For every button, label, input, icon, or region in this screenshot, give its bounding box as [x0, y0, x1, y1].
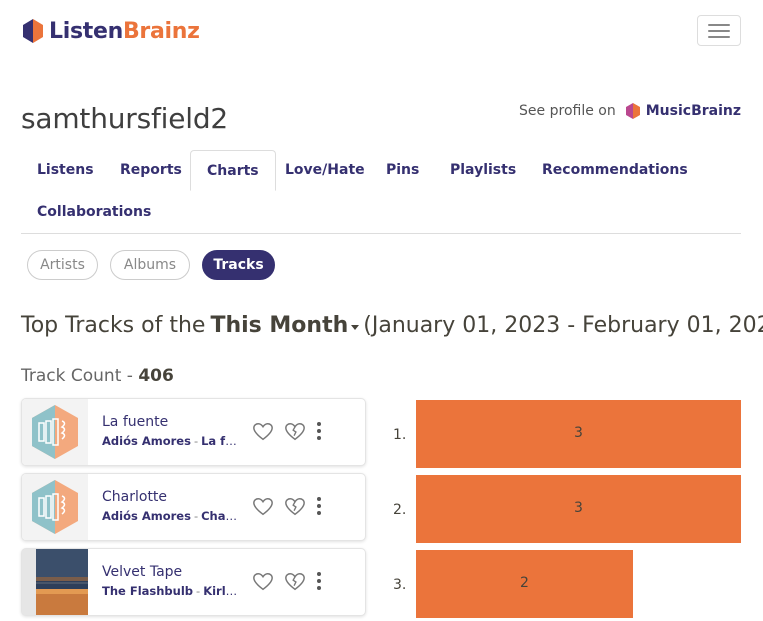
hamburger-icon[interactable] [697, 15, 741, 46]
separator: - [196, 584, 201, 598]
chart-heading: Top Tracks of the This Month (January 01… [21, 313, 763, 338]
cover-art[interactable] [22, 549, 88, 615]
tab-reports[interactable]: Reports [104, 150, 198, 191]
bar-value-label: 3 [574, 425, 583, 441]
broken-heart-icon [285, 423, 305, 441]
tab-love-hate[interactable]: Love/Hate [269, 150, 381, 191]
track-artist[interactable]: Adiós Amores [102, 434, 191, 448]
track-artist[interactable]: Adiós Amores [102, 509, 191, 523]
heart-icon [253, 573, 273, 591]
bar-value-label: 2 [520, 575, 529, 591]
tab-recommendations[interactable]: Recommendations [526, 150, 704, 191]
listenbrainz-logo[interactable]: ListenBrainz [22, 18, 200, 44]
page-title: samthursfield2 [21, 102, 229, 135]
hate-button[interactable] [284, 571, 306, 593]
tab-playlists[interactable]: Playlists [434, 150, 532, 191]
track-artist-release: The Flashbulb-Kirlian Selections [102, 584, 239, 598]
see-profile-link: See profile on MusicBrainz [519, 103, 741, 119]
listenbrainz-logo-icon [23, 19, 43, 43]
heart-icon [253, 498, 273, 516]
broken-heart-icon [285, 573, 305, 591]
see-profile-label: See profile on [519, 103, 616, 119]
heading-dates: (January 01, 2023 - February 01, 2023) [363, 313, 763, 338]
love-button[interactable] [252, 571, 274, 593]
cover-art-placeholder [22, 474, 88, 540]
profile-tabs: Listens Reports Charts Love/Hate Pins Pl… [21, 150, 741, 234]
musicbrainz-link[interactable]: MusicBrainz [646, 103, 741, 119]
cover-art[interactable] [22, 474, 88, 540]
kebab-menu-icon[interactable] [316, 572, 322, 590]
track-card[interactable]: Charlotte Adiós Amores-Charlotte [21, 473, 366, 541]
caret-down-icon [351, 324, 360, 330]
track-artist-release: Adiós Amores-La fuente [102, 434, 239, 448]
rank-label: 2. [393, 502, 407, 518]
tab-pins[interactable]: Pins [370, 150, 435, 191]
track-artist[interactable]: The Flashbulb [102, 584, 193, 598]
love-button[interactable] [252, 496, 274, 518]
musicbrainz-icon [625, 103, 640, 119]
track-title[interactable]: Velvet Tape [102, 564, 182, 580]
track-title[interactable]: La fuente [102, 414, 168, 430]
broken-heart-icon [285, 498, 305, 516]
separator: - [193, 509, 199, 523]
separator: - [193, 434, 199, 448]
logo-brainz-text: Brainz [122, 18, 200, 44]
cover-art-placeholder [22, 399, 88, 465]
tab-charts[interactable]: Charts [190, 150, 276, 191]
range-dropdown-label: This Month [210, 313, 349, 338]
hate-button[interactable] [284, 496, 306, 518]
track-card[interactable]: La fuente Adiós Amores-La fuente [21, 398, 366, 466]
kebab-menu-icon[interactable] [316, 497, 322, 515]
range-dropdown[interactable]: This Month [210, 313, 360, 338]
track-count: Track Count - 406 [21, 366, 174, 386]
pill-artists[interactable]: Artists [27, 250, 98, 280]
cover-art[interactable] [22, 399, 88, 465]
track-artist-release: Adiós Amores-Charlotte [102, 509, 239, 523]
track-release[interactable]: Charlotte [201, 509, 239, 523]
rank-label: 1. [393, 427, 407, 443]
kebab-menu-icon[interactable] [316, 422, 322, 440]
logo-wordmark: ListenBrainz [49, 19, 200, 44]
track-release[interactable]: La fuente [201, 434, 239, 448]
bar-value-label: 3 [574, 500, 583, 516]
heart-icon [253, 423, 273, 441]
pill-tracks[interactable]: Tracks [202, 250, 275, 280]
love-button[interactable] [252, 421, 274, 443]
hate-button[interactable] [284, 421, 306, 443]
heading-prefix: Top Tracks of the [21, 313, 206, 338]
pill-albums[interactable]: Albums [110, 250, 190, 280]
track-count-label: Track Count - [21, 366, 133, 386]
track-title[interactable]: Charlotte [102, 489, 167, 505]
cover-art-image [22, 549, 88, 615]
tab-listens[interactable]: Listens [21, 150, 110, 191]
track-release[interactable]: Kirlian Selections [203, 584, 239, 598]
rank-label: 3. [393, 577, 407, 593]
track-count-value: 406 [138, 366, 174, 386]
tab-collaborations[interactable]: Collaborations [21, 192, 167, 233]
track-card[interactable]: Velvet Tape The Flashbulb-Kirlian Select… [21, 548, 366, 616]
logo-listen-text: Listen [49, 18, 123, 44]
